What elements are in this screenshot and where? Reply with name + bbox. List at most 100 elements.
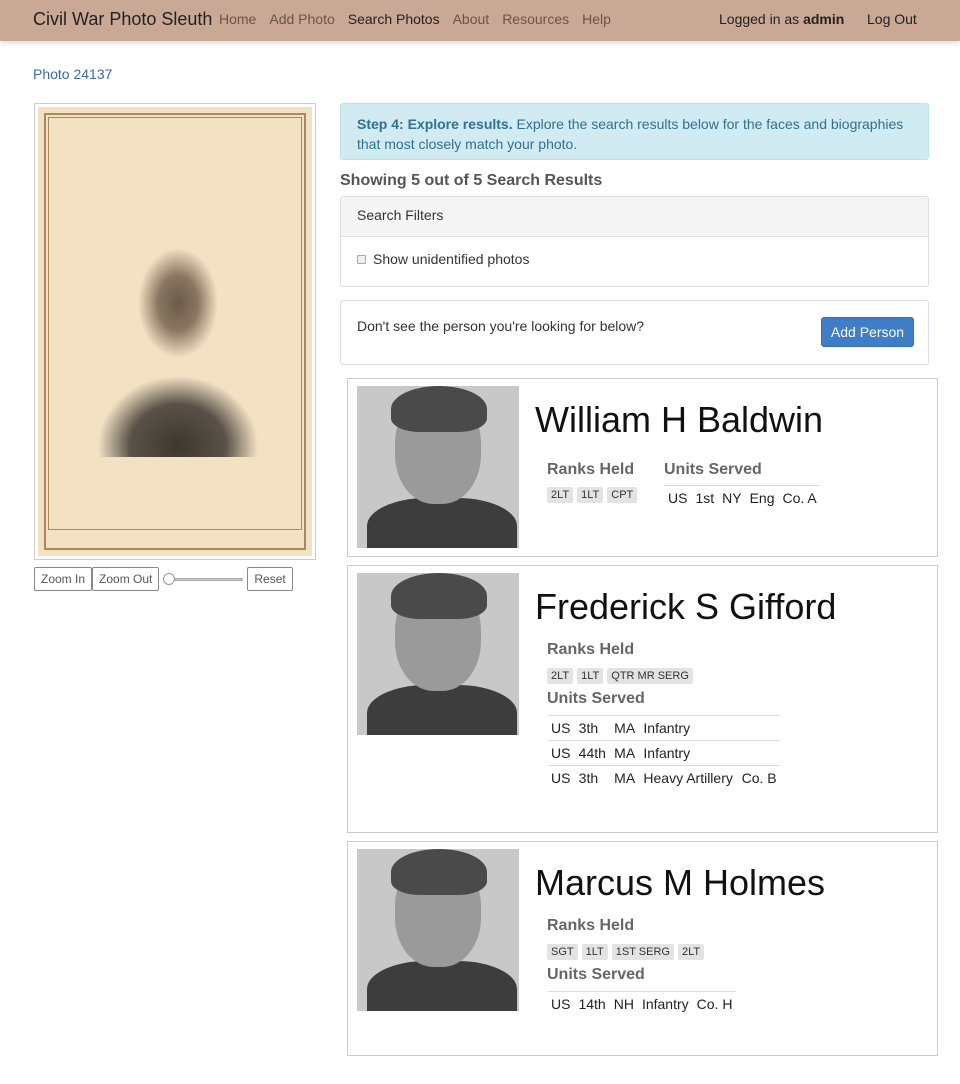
unit-number: 44th: [574, 740, 611, 766]
rank-badge: 1ST SERG: [611, 944, 674, 960]
ranks-list: SGT 1LT 1ST SERG 2LT: [547, 944, 705, 960]
ranks-list: 2LT 1LT CPT: [547, 487, 638, 503]
viewer-controls: Zoom In Zoom Out Reset: [34, 567, 293, 591]
nav-resources[interactable]: Resources: [502, 11, 569, 27]
ranks-held-label: Ranks Held: [547, 461, 635, 478]
result-card[interactable]: William H Baldwin Ranks Held 2LT 1LT CPT…: [347, 378, 938, 557]
search-filters-panel: Search Filters Show unidentified photos: [340, 196, 929, 287]
unit-branch: Infantry: [639, 715, 738, 741]
zoom-slider[interactable]: [163, 571, 244, 587]
photo-hair: [391, 573, 487, 619]
unit-state: NY: [718, 485, 746, 510]
photo-hair: [391, 386, 487, 432]
unit-number: 3th: [574, 765, 611, 790]
carte-de-visite-photo: [38, 107, 312, 556]
show-unidentified-checkbox[interactable]: [357, 254, 366, 264]
photo-viewer[interactable]: [34, 103, 316, 560]
rank-badge: SGT: [547, 944, 578, 960]
unit-company: Co. B: [737, 765, 781, 790]
person-name[interactable]: Marcus M Holmes: [535, 862, 825, 904]
person-photo[interactable]: [357, 849, 519, 1011]
zoom-slider-thumb[interactable]: [163, 573, 176, 585]
photo-figure: [367, 685, 517, 735]
unit-country: US: [664, 485, 692, 510]
result-card[interactable]: Frederick S Gifford Ranks Held 2LT 1LT Q…: [347, 565, 938, 833]
unit-company: Co. H: [692, 991, 737, 1016]
unit-row: US 14th NH Infantry Co. H: [547, 991, 737, 1016]
logout-link[interactable]: Log Out: [867, 11, 917, 27]
unit-number: 1st: [691, 485, 719, 510]
step-alert: Step 4: Explore results. Explore the sea…: [340, 103, 929, 160]
person-photo[interactable]: [357, 573, 519, 735]
zoom-in-button[interactable]: Zoom In: [34, 567, 93, 591]
person-name[interactable]: Frederick S Gifford: [535, 586, 836, 628]
nav-help[interactable]: Help: [582, 11, 611, 27]
reset-button[interactable]: Reset: [247, 567, 293, 591]
unit-number: 3th: [574, 715, 611, 741]
show-unidentified-label[interactable]: Show unidentified photos: [373, 251, 529, 267]
add-person-prompt: Don't see the person you're looking for …: [357, 318, 645, 334]
username: admin: [803, 11, 845, 27]
result-card[interactable]: Marcus M Holmes Ranks Held SGT 1LT 1ST S…: [347, 841, 938, 1056]
unit-branch: Infantry: [637, 991, 693, 1016]
person-name[interactable]: William H Baldwin: [535, 399, 823, 441]
photo-hair: [391, 849, 487, 895]
logged-in-status: Logged in as admin: [719, 11, 844, 27]
rank-badge: QTR MR SERG: [607, 668, 693, 684]
unit-country: US: [547, 715, 575, 741]
ranks-held-label: Ranks Held: [547, 641, 635, 658]
results-count: Showing 5 out of 5 Search Results: [340, 172, 603, 189]
brand-link[interactable]: Civil War Photo Sleuth: [33, 9, 212, 30]
nav-home[interactable]: Home: [219, 11, 256, 27]
ranks-list: 2LT 1LT QTR MR SERG: [547, 668, 693, 684]
nav-search-photos[interactable]: Search Photos: [348, 11, 440, 27]
rank-badge: 1LT: [577, 668, 604, 684]
rank-badge: 2LT: [547, 668, 574, 684]
portrait-image: [93, 237, 263, 457]
unit-company: Co. A: [778, 485, 821, 510]
unit-state: MA: [610, 765, 640, 790]
unit-branch: Eng: [745, 485, 779, 510]
rank-badge: CPT: [607, 487, 638, 503]
unit-company: [737, 740, 781, 766]
units-served-label: Units Served: [547, 966, 645, 983]
units-table: US 14th NH Infantry Co. H: [547, 991, 737, 1016]
rank-badge: 2LT: [677, 944, 705, 960]
search-filters-title: Search Filters: [341, 197, 928, 237]
unit-row: US 1st NY Eng Co. A: [664, 485, 821, 510]
photo-figure: [367, 498, 517, 548]
nav-add-photo[interactable]: Add Photo: [269, 11, 334, 27]
unit-state: MA: [610, 740, 640, 766]
unit-row: US 3th MA Infantry: [547, 715, 781, 741]
add-person-button[interactable]: Add Person: [821, 317, 914, 347]
unit-country: US: [547, 765, 575, 790]
photo-figure: [367, 961, 517, 1011]
ranks-held-label: Ranks Held: [547, 917, 635, 934]
step-label: Step 4: Explore results.: [357, 116, 513, 132]
rank-badge: 1LT: [581, 944, 608, 960]
units-table: US 1st NY Eng Co. A: [664, 485, 821, 510]
units-served-label: Units Served: [547, 690, 645, 707]
navbar: Civil War Photo Sleuth Home Add Photo Se…: [0, 0, 960, 41]
unit-company: [737, 715, 781, 741]
unit-state: MA: [610, 715, 640, 741]
unit-branch: Infantry: [639, 740, 738, 766]
unit-branch: Heavy Artillery: [639, 765, 738, 790]
unit-row: US 3th MA Heavy Artillery Co. B: [547, 765, 781, 790]
unit-country: US: [547, 740, 575, 766]
person-photo[interactable]: [357, 386, 519, 548]
add-person-panel: Don't see the person you're looking for …: [340, 300, 929, 365]
zoom-slider-track: [169, 578, 244, 581]
zoom-out-button[interactable]: Zoom Out: [92, 567, 160, 591]
unit-number: 14th: [574, 991, 610, 1016]
rank-badge: 1LT: [577, 487, 604, 503]
logged-in-prefix: Logged in as: [719, 11, 800, 27]
unit-row: US 44th MA Infantry: [547, 740, 781, 766]
unit-country: US: [547, 991, 575, 1016]
units-table: US 3th MA Infantry US 44th MA Infantry U…: [547, 715, 781, 790]
nav-about[interactable]: About: [453, 11, 490, 27]
units-served-label: Units Served: [664, 461, 762, 478]
photo-breadcrumb-link[interactable]: Photo 24137: [33, 66, 112, 82]
search-filters-body: Show unidentified photos: [341, 237, 928, 281]
rank-badge: 2LT: [547, 487, 574, 503]
